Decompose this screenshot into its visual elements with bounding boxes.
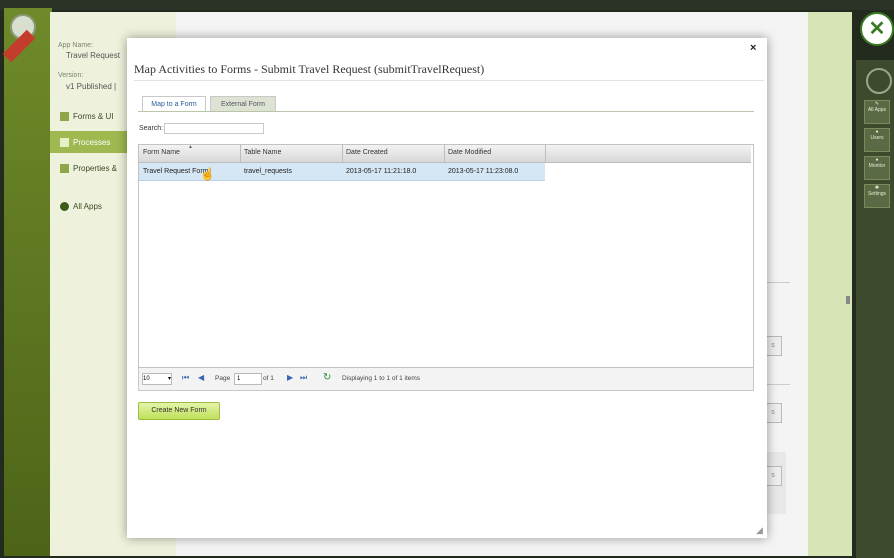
toolbar-label: Monitor xyxy=(868,163,886,169)
sidebar-item-properties[interactable]: Properties & xyxy=(60,164,118,174)
page-number-input[interactable]: 1 xyxy=(234,373,262,385)
forms-icon xyxy=(60,112,69,122)
last-page-icon[interactable]: ⏭ xyxy=(300,373,307,383)
app-right-strip xyxy=(808,12,852,556)
version-value: v1 Published | xyxy=(66,82,117,91)
next-page-icon[interactable]: ▶ xyxy=(287,373,293,382)
create-new-form-button[interactable]: Create New Form xyxy=(138,402,220,420)
tab-external-form[interactable]: External Form xyxy=(210,96,276,112)
column-separator xyxy=(240,145,241,162)
prev-page-icon[interactable]: ◀ xyxy=(198,373,204,382)
pager-bar xyxy=(138,368,754,391)
toolbar-logo-icon xyxy=(866,68,892,94)
processes-icon xyxy=(60,138,69,148)
cell-form-name[interactable]: Travel Request Form xyxy=(143,168,208,175)
divider xyxy=(134,80,764,81)
toolbar-label: Settings xyxy=(867,191,887,197)
sort-asc-icon: ▲ xyxy=(188,144,193,150)
column-header-table-name[interactable]: Table Name xyxy=(244,149,281,156)
column-header-date-created[interactable]: Date Created xyxy=(346,149,388,156)
toolbar-label: Users xyxy=(870,135,884,141)
properties-icon xyxy=(60,164,69,174)
divider xyxy=(766,384,790,385)
toolbar-users-button[interactable]: ● Users xyxy=(864,128,890,152)
modal-close-icon[interactable]: × xyxy=(750,42,756,54)
scroll-handle[interactable] xyxy=(846,296,850,304)
hand-cursor-icon: ☝ xyxy=(200,167,215,181)
sidebar-item-all-apps[interactable]: All Apps xyxy=(60,202,102,212)
page-label: Page xyxy=(215,375,231,382)
chevron-down-icon: ▾ xyxy=(167,376,171,382)
cell-table-name: travel_requests xyxy=(244,168,292,175)
search-label: Search: xyxy=(139,125,164,132)
toolbar-label: All Apps xyxy=(867,107,887,113)
column-separator xyxy=(444,145,445,162)
column-separator xyxy=(545,145,546,162)
version-label: Version: xyxy=(58,72,84,79)
sidebar-item-forms[interactable]: Forms & UI xyxy=(60,112,114,122)
window-top-strip xyxy=(0,0,894,10)
cell-date-created: 2013-05-17 11:21:18.0 xyxy=(346,168,417,175)
toolbar-all-apps-button[interactable]: ✎ All Apps xyxy=(864,100,890,124)
page-size-select[interactable]: 10 ▾ xyxy=(142,373,172,385)
column-separator xyxy=(342,145,343,162)
refresh-icon[interactable]: ↻ xyxy=(323,372,331,383)
sidebar-item-label: Forms & UI xyxy=(73,112,114,121)
cell-date-modified: 2013-05-17 11:23:08.0 xyxy=(448,168,519,175)
back-arrow-icon xyxy=(60,202,69,212)
modal-title: Map Activities to Forms - Submit Travel … xyxy=(134,62,485,76)
tab-map-to-form[interactable]: Map to a Form xyxy=(142,96,206,112)
column-header-date-modified[interactable]: Date Modified xyxy=(448,149,491,156)
toolbar-settings-button[interactable]: ✱ Settings xyxy=(864,184,890,208)
first-page-icon[interactable]: ⏮ xyxy=(182,373,189,383)
sidebar-item-label: Properties & xyxy=(73,164,118,173)
page-size-value: 10 xyxy=(143,376,150,382)
close-overlay-icon[interactable]: ✕ xyxy=(860,12,894,46)
sidebar-item-label: All Apps xyxy=(73,202,102,211)
divider xyxy=(766,282,790,283)
tab-strip-line xyxy=(138,111,754,112)
resize-grip-icon[interactable]: ◢ xyxy=(756,525,763,536)
sidebar-item-processes[interactable]: Processes xyxy=(60,138,111,148)
grid-header xyxy=(139,145,751,163)
column-header-form-name[interactable]: Form Name xyxy=(143,149,180,156)
app-name-value: Travel Request xyxy=(66,51,120,60)
left-rail xyxy=(4,8,52,556)
app-name-label: App Name: xyxy=(58,42,94,49)
search-input[interactable] xyxy=(164,123,264,134)
toolbar-monitor-button[interactable]: ● Monitor xyxy=(864,156,890,180)
page-count-label: of 1 xyxy=(263,375,274,382)
display-info: Displaying 1 to 1 of 1 items xyxy=(342,375,421,382)
sidebar-item-label: Processes xyxy=(73,138,111,147)
